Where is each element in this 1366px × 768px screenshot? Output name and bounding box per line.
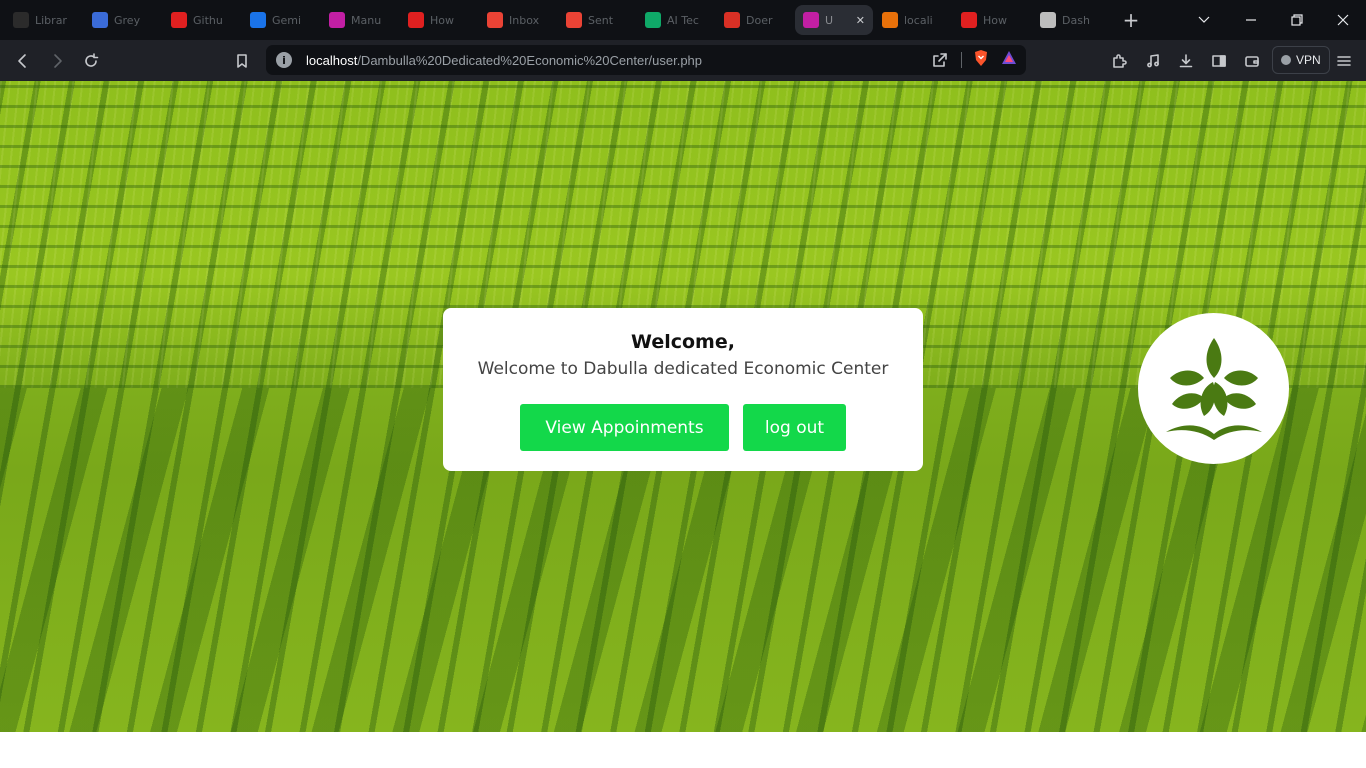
tab-title: Librar [35,13,67,27]
bookmark-icon[interactable] [225,44,259,78]
extensions-puzzle-icon[interactable] [1102,44,1136,78]
browser-tab[interactable]: Inbox [479,5,557,35]
sidebar-toggle-icon[interactable] [1202,44,1236,78]
app-icon [329,12,345,28]
url-host: localhost [306,52,358,68]
youtube-icon [408,12,424,28]
doc-icon [1040,12,1056,28]
share-icon[interactable] [929,43,951,77]
logout-button[interactable]: log out [743,404,846,451]
tab-title: Githu [193,13,223,27]
tab-title: How [430,13,454,27]
vpn-status-icon [1281,55,1291,65]
browser-tab-strip: Librar Grey Githu Gemi Manu How Inbox Sent AI Te… [0,0,1366,40]
logo-leaf-icon [1138,313,1289,464]
tab-title: locali [904,13,933,27]
browser-tab[interactable]: Manu [321,5,399,35]
tab-title: Doer [746,13,773,27]
site-info-icon[interactable]: i [276,52,292,68]
tab-title: Manu [351,13,382,27]
address-divider [961,52,962,68]
browser-tab[interactable]: Sent [558,5,636,35]
brave-rewards-icon[interactable] [1000,49,1018,71]
view-appointments-button[interactable]: View Appoinments [520,404,729,451]
menu-hamburger-icon[interactable] [1327,44,1361,78]
close-window-icon[interactable] [1320,0,1366,40]
mail-icon [487,12,503,28]
restore-window-icon[interactable] [1274,0,1320,40]
mail-icon [566,12,582,28]
chart-icon [882,12,898,28]
card-actions: View Appoinments log out [443,404,923,451]
browser-tab[interactable]: Doer [716,5,794,35]
tab-title: Sent [588,13,614,27]
github-icon [13,12,29,28]
tab-title: Gemi [272,13,302,27]
sparkle-icon [250,12,266,28]
browser-toolbar: i localhost/Dambulla%20Dedicated%20Econo… [0,40,1366,81]
welcome-message: Welcome to Dabulla dedicated Economic Ce… [477,359,889,379]
tab-title: Grey [114,13,141,27]
vpn-label: VPN [1296,53,1321,67]
globe-icon [92,12,108,28]
tab-close-icon[interactable]: ✕ [856,14,865,27]
browser-tab[interactable]: Gemi [242,5,320,35]
reload-icon[interactable] [74,44,108,78]
download-icon[interactable] [1169,44,1203,78]
browser-tab[interactable]: Librar [5,5,83,35]
minimize-window-icon[interactable] [1228,0,1274,40]
browser-tab[interactable]: U ✕ [795,5,873,35]
browser-tab[interactable]: Grey [84,5,162,35]
browser-tab[interactable]: locali [874,5,952,35]
youtube-icon [961,12,977,28]
back-arrow-icon[interactable] [6,44,40,78]
new-tab-icon[interactable]: + [1116,5,1146,35]
url-path: /Dambulla%20Dedicated%20Economic%20Cente… [357,52,703,68]
media-music-icon[interactable] [1136,44,1170,78]
ai-icon [645,12,661,28]
tab-title: AI Tec [667,13,699,27]
app-icon [803,12,819,28]
welcome-heading: Welcome, [631,331,735,353]
welcome-card: Welcome, Welcome to Dabulla dedicated Ec… [443,308,923,471]
browser-tab[interactable]: Githu [163,5,241,35]
page-viewport: Welcome, Welcome to Dabulla dedicated Ec… [0,81,1366,732]
tab-title: Dash [1062,13,1090,27]
tab-search-icon[interactable] [1181,0,1227,40]
browser-tab[interactable]: How [953,5,1031,35]
youtube-icon [171,12,187,28]
forward-arrow-icon[interactable] [40,44,74,78]
vpn-button[interactable]: VPN [1272,46,1330,74]
tab-title: U [825,13,834,27]
tab-title: How [983,13,1007,27]
browser-tab[interactable]: AI Tec [637,5,715,35]
wallet-icon[interactable] [1235,44,1269,78]
address-bar[interactable]: i localhost/Dambulla%20Dedicated%20Econo… [266,45,1026,75]
browser-tab[interactable]: Dash [1032,5,1110,35]
brave-shields-icon[interactable] [972,49,990,71]
doc-icon [724,12,740,28]
browser-tab[interactable]: How [400,5,478,35]
tab-title: Inbox [509,13,540,27]
